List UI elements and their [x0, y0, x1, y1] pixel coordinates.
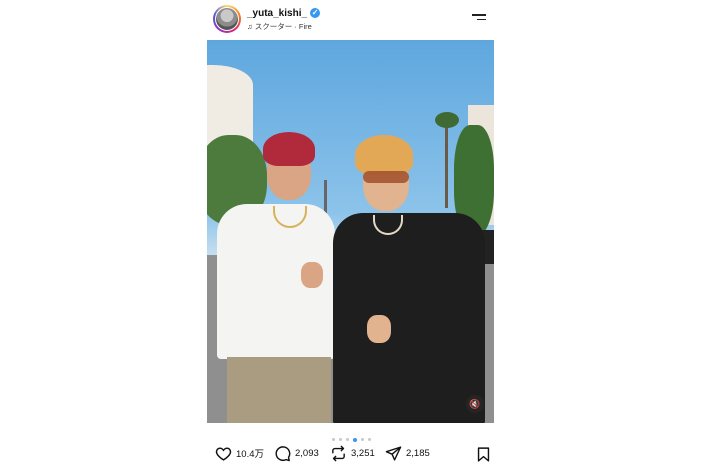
music-info[interactable]: ♫ スクーター · Fire [247, 21, 312, 32]
username[interactable]: _yuta_kishi_ [247, 8, 307, 19]
music-title: スクーター · Fire [254, 22, 312, 31]
action-bar: 10.4万 2,093 3,251 2,185 [212, 443, 492, 463]
carousel-indicator [0, 431, 702, 442]
carousel-dot [352, 437, 357, 442]
comment-icon [275, 445, 291, 461]
carousel-dot [331, 438, 335, 442]
reposts-count: 3,251 [351, 447, 375, 459]
menu-icon[interactable] [472, 14, 486, 23]
like-button[interactable]: 10.4万 [215, 443, 264, 463]
carousel-dot [345, 438, 349, 442]
bookmark-icon [477, 446, 490, 462]
carousel-dot [338, 438, 342, 442]
repost-button[interactable]: 3,251 [330, 443, 375, 463]
post-photo[interactable]: 🔇 [207, 40, 494, 423]
comments-count: 2,093 [295, 447, 319, 459]
avatar[interactable] [215, 7, 239, 31]
avatar-story-ring[interactable] [213, 5, 241, 33]
mute-icon[interactable]: 🔇 [466, 395, 484, 413]
verified-badge-icon: ✓ [310, 8, 321, 19]
save-button[interactable] [475, 444, 492, 464]
palm-leaves [435, 112, 459, 128]
username-row: _yuta_kishi_ ✓ [247, 8, 321, 19]
person-left [215, 132, 345, 423]
share-button[interactable]: 2,185 [385, 443, 430, 463]
repost-icon [332, 445, 345, 461]
post-header: _yuta_kishi_ ✓ ♫ スクーター · Fire [207, 0, 494, 40]
music-note-icon: ♫ [247, 22, 253, 31]
carousel-dot [360, 438, 364, 442]
comment-button[interactable]: 2,093 [274, 443, 319, 463]
send-icon [385, 445, 402, 461]
shares-count: 2,185 [406, 447, 430, 459]
person-right [333, 135, 491, 423]
heart-icon [215, 446, 232, 461]
likes-count: 10.4万 [236, 449, 264, 460]
carousel-dot [367, 438, 371, 442]
